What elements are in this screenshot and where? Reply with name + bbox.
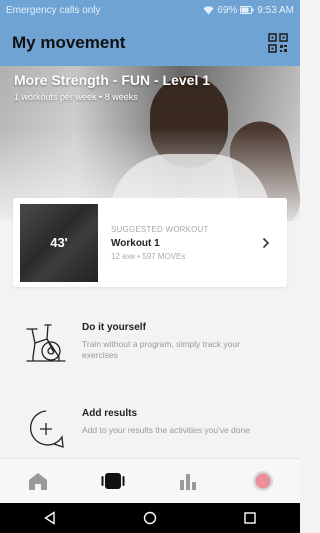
workout-title: Workout 1 xyxy=(111,237,160,249)
option-description: Train without a program, simply track yo… xyxy=(82,339,240,360)
workout-meta: 12 exe • 597 MOVEs xyxy=(111,251,186,261)
home-icon xyxy=(28,473,47,490)
qr-code-icon[interactable] xyxy=(268,33,288,53)
workout-duration: 43' xyxy=(50,235,68,250)
back-icon[interactable] xyxy=(35,503,65,533)
wifi-icon xyxy=(203,5,214,14)
app-bar: My movement xyxy=(0,20,300,66)
profile-icon xyxy=(252,471,273,491)
exercise-bike-icon xyxy=(16,318,76,368)
clock: 9:53 AM xyxy=(257,4,294,16)
program-subtitle: 1 workouts per week • 8 weeks xyxy=(14,92,138,102)
option-title: Do it yourself xyxy=(82,322,146,333)
bottom-nav xyxy=(0,458,300,503)
battery-percent: 69% xyxy=(217,4,238,16)
system-nav-bar xyxy=(0,503,300,533)
add-results-icon xyxy=(16,404,76,454)
my-movement-icon xyxy=(101,473,124,489)
recents-icon[interactable] xyxy=(235,503,265,533)
home-circle-icon[interactable] xyxy=(135,503,165,533)
nav-home[interactable] xyxy=(0,459,75,503)
nav-stats[interactable] xyxy=(150,459,225,503)
do-it-yourself-option[interactable]: Do it yourself Train without a program, … xyxy=(0,318,300,378)
carrier-text: Emergency calls only xyxy=(6,4,101,16)
status-icons: 69% 9:53 AM xyxy=(203,5,294,16)
option-description: Add to your results the activities you'v… xyxy=(82,425,250,435)
add-results-option[interactable]: Add results Add to your results the acti… xyxy=(0,404,300,464)
option-text: Add results Add to your results the acti… xyxy=(76,404,272,436)
suggested-label: SUGGESTED WORKOUT xyxy=(111,224,209,234)
nav-profile[interactable] xyxy=(225,459,300,503)
program-title: More Strength - FUN - Level 1 xyxy=(14,72,211,88)
chevron-right-icon[interactable] xyxy=(255,232,277,254)
option-text: Do it yourself Train without a program, … xyxy=(76,318,272,361)
nav-my-movement[interactable] xyxy=(75,459,150,503)
page-title: My movement xyxy=(12,33,126,52)
workout-thumbnail: 43' xyxy=(20,203,98,282)
battery-icon xyxy=(240,6,254,14)
option-title: Add results xyxy=(82,408,138,419)
stats-icon xyxy=(179,474,196,490)
status-bar: Emergency calls only 69% 9:53 AM xyxy=(0,0,300,20)
suggested-workout-card[interactable]: 43' SUGGESTED WORKOUT Workout 1 12 exe •… xyxy=(13,198,287,287)
workout-info: SUGGESTED WORKOUT Workout 1 12 exe • 597… xyxy=(98,225,255,261)
